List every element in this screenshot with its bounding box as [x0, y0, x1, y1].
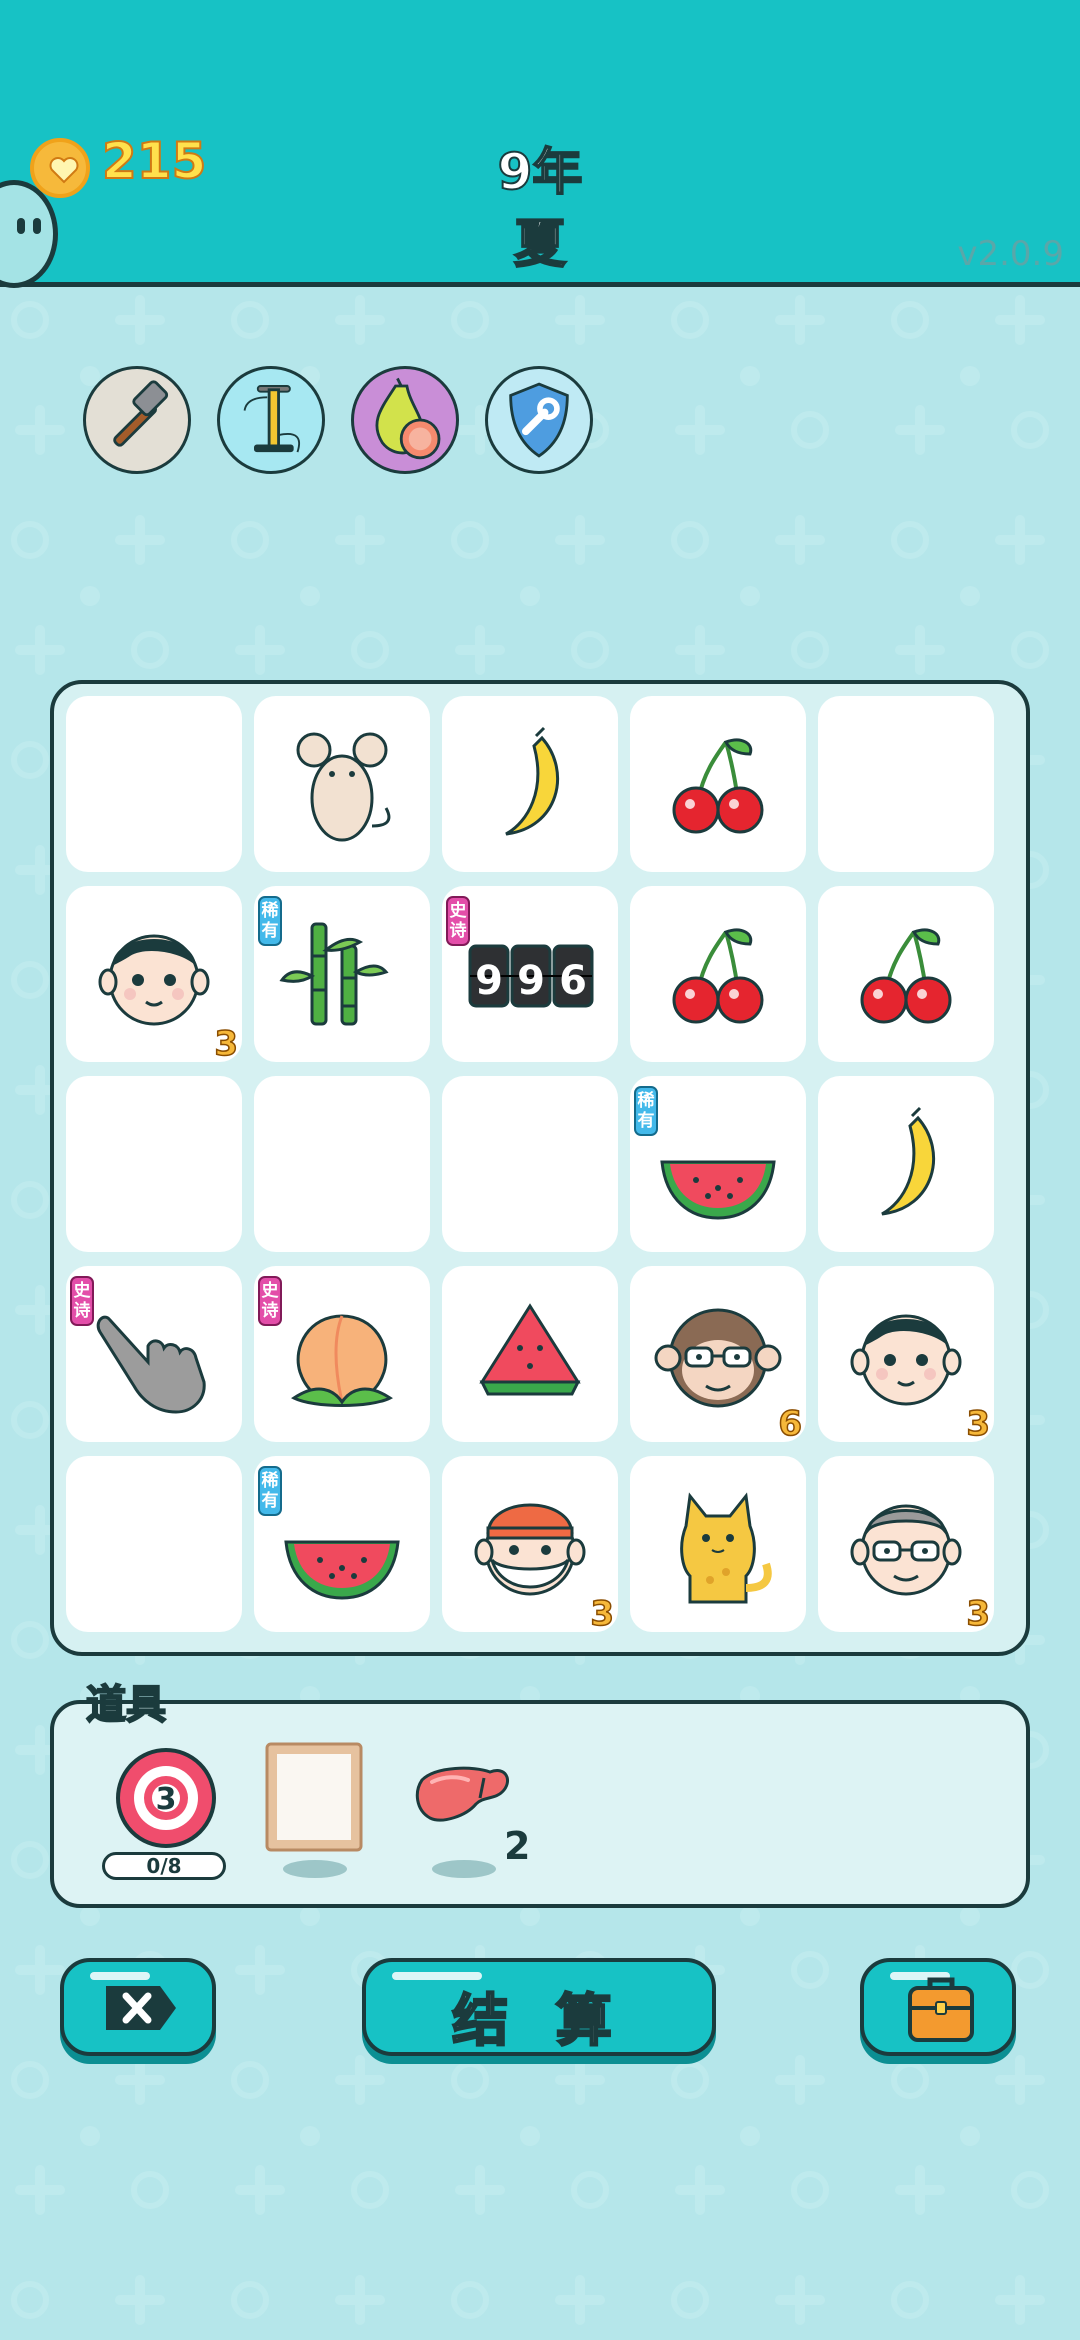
liver-item-icon[interactable] — [414, 1760, 514, 1830]
board-cell[interactable] — [630, 886, 806, 1062]
top-bar: 215 9年 夏 v2.0.9 — [0, 0, 1080, 288]
cell-count: 3 — [590, 1593, 615, 1635]
board-cell[interactable]: 3 — [818, 1456, 994, 1635]
pump-tool-button[interactable] — [217, 366, 325, 474]
button-gloss — [90, 1972, 150, 1980]
liver-count: 2 — [504, 1824, 531, 1868]
pomelo-icon — [375, 377, 441, 460]
pump-icon — [243, 385, 301, 453]
pointing-hand-icon — [86, 1286, 222, 1422]
board-cell[interactable]: 3 — [66, 886, 242, 1065]
board-cell[interactable] — [254, 696, 430, 872]
rarity-tag: 史诗 — [70, 1276, 94, 1326]
shield-wrench-icon — [509, 382, 569, 458]
version-label: v2.0.9 — [957, 234, 1064, 274]
board-cell[interactable]: 3 — [442, 1456, 618, 1635]
peach-icon — [274, 1286, 410, 1422]
empty-cell[interactable] — [66, 1076, 242, 1252]
rarity-tag: 史诗 — [258, 1276, 282, 1326]
empty-cell[interactable] — [66, 696, 242, 872]
board-cell[interactable] — [818, 1076, 994, 1252]
year-label: 9年 — [497, 142, 584, 202]
board-cell[interactable] — [630, 1456, 806, 1632]
rarity-tag: 稀有 — [634, 1086, 658, 1136]
board-cell[interactable]: 稀有 — [630, 1076, 806, 1252]
settle-label: 结 算 — [451, 1988, 626, 2056]
rarity-tag: 史诗 — [446, 896, 470, 946]
settle-button[interactable]: 结 算 — [362, 1958, 716, 2056]
man-face-icon — [838, 1286, 974, 1422]
hammer-tool-button[interactable] — [83, 366, 191, 474]
board-cell[interactable]: 3 — [818, 1266, 994, 1445]
banana-icon — [462, 716, 598, 852]
board-cell[interactable] — [442, 1266, 618, 1442]
close-icon — [106, 1986, 176, 2030]
counter-digit-3: 6 — [559, 958, 587, 1004]
cell-count: 6 — [778, 1403, 803, 1445]
cell-count: 3 — [214, 1023, 239, 1065]
empty-cell[interactable] — [442, 1076, 618, 1252]
target-value: 3 — [156, 1782, 177, 1817]
cell-count: 3 — [966, 1403, 991, 1445]
bamboo-icon — [274, 906, 410, 1042]
rarity-tag: 稀有 — [258, 896, 282, 946]
cherry-icon — [838, 906, 974, 1042]
watermelon-half-icon — [274, 1476, 410, 1612]
rarity-tag: 稀有 — [258, 1466, 282, 1516]
counter-996-icon: 996 — [462, 906, 598, 1042]
watermelon-half-icon — [650, 1096, 786, 1232]
empty-cell[interactable] — [66, 1456, 242, 1632]
cherry-icon — [650, 716, 786, 852]
counter-digit-1: 9 — [475, 958, 503, 1004]
empty-cell[interactable] — [818, 696, 994, 872]
board-cell[interactable]: 史诗 — [66, 1266, 242, 1442]
banana-icon — [838, 1096, 974, 1232]
cell-count: 3 — [966, 1593, 991, 1635]
mouse-icon — [274, 716, 410, 852]
frame-shadow — [283, 1860, 347, 1878]
board-cell[interactable]: 稀有 — [254, 886, 430, 1062]
yellow-cat-icon — [650, 1476, 786, 1612]
bearded-man-cap-icon — [462, 1476, 598, 1612]
old-man-glasses-icon — [838, 1476, 974, 1612]
board-cell[interactable] — [442, 696, 618, 872]
board-cell[interactable]: 9 9 6 史诗 — [442, 886, 618, 1062]
empty-cell[interactable] — [254, 1076, 430, 1252]
monkey-glasses-icon — [650, 1286, 786, 1422]
pomelo-tool-button[interactable] — [351, 366, 459, 474]
counter-digit-2: 9 — [517, 958, 545, 1004]
season-label: 夏 — [513, 214, 567, 276]
board-cell[interactable] — [818, 886, 994, 1062]
watermelon-slice-icon — [462, 1286, 598, 1422]
liver-shadow — [432, 1860, 496, 1878]
cherry-icon — [650, 906, 786, 1042]
cancel-button[interactable] — [60, 1958, 216, 2056]
shield-tool-button[interactable] — [485, 366, 593, 474]
board-cell[interactable] — [630, 696, 806, 872]
board-cell[interactable]: 稀有 — [254, 1456, 430, 1632]
man-face-icon — [86, 906, 222, 1042]
briefcase-icon — [908, 1977, 974, 2042]
target-progress: 0/8 — [102, 1852, 226, 1880]
bag-button[interactable] — [860, 1958, 1016, 2056]
target-icon[interactable]: 3 — [114, 1746, 218, 1850]
frame-item-icon[interactable] — [265, 1742, 363, 1852]
items-title: 道具 — [85, 1681, 167, 1729]
game-board: 3 稀有 9 9 6 史诗 稀有 史诗 史诗 6 3 稀有 3 3 — [50, 680, 1030, 1656]
board-cell[interactable]: 史诗 — [254, 1266, 430, 1442]
board-cell[interactable]: 6 — [630, 1266, 806, 1445]
hammer-icon — [113, 380, 169, 447]
